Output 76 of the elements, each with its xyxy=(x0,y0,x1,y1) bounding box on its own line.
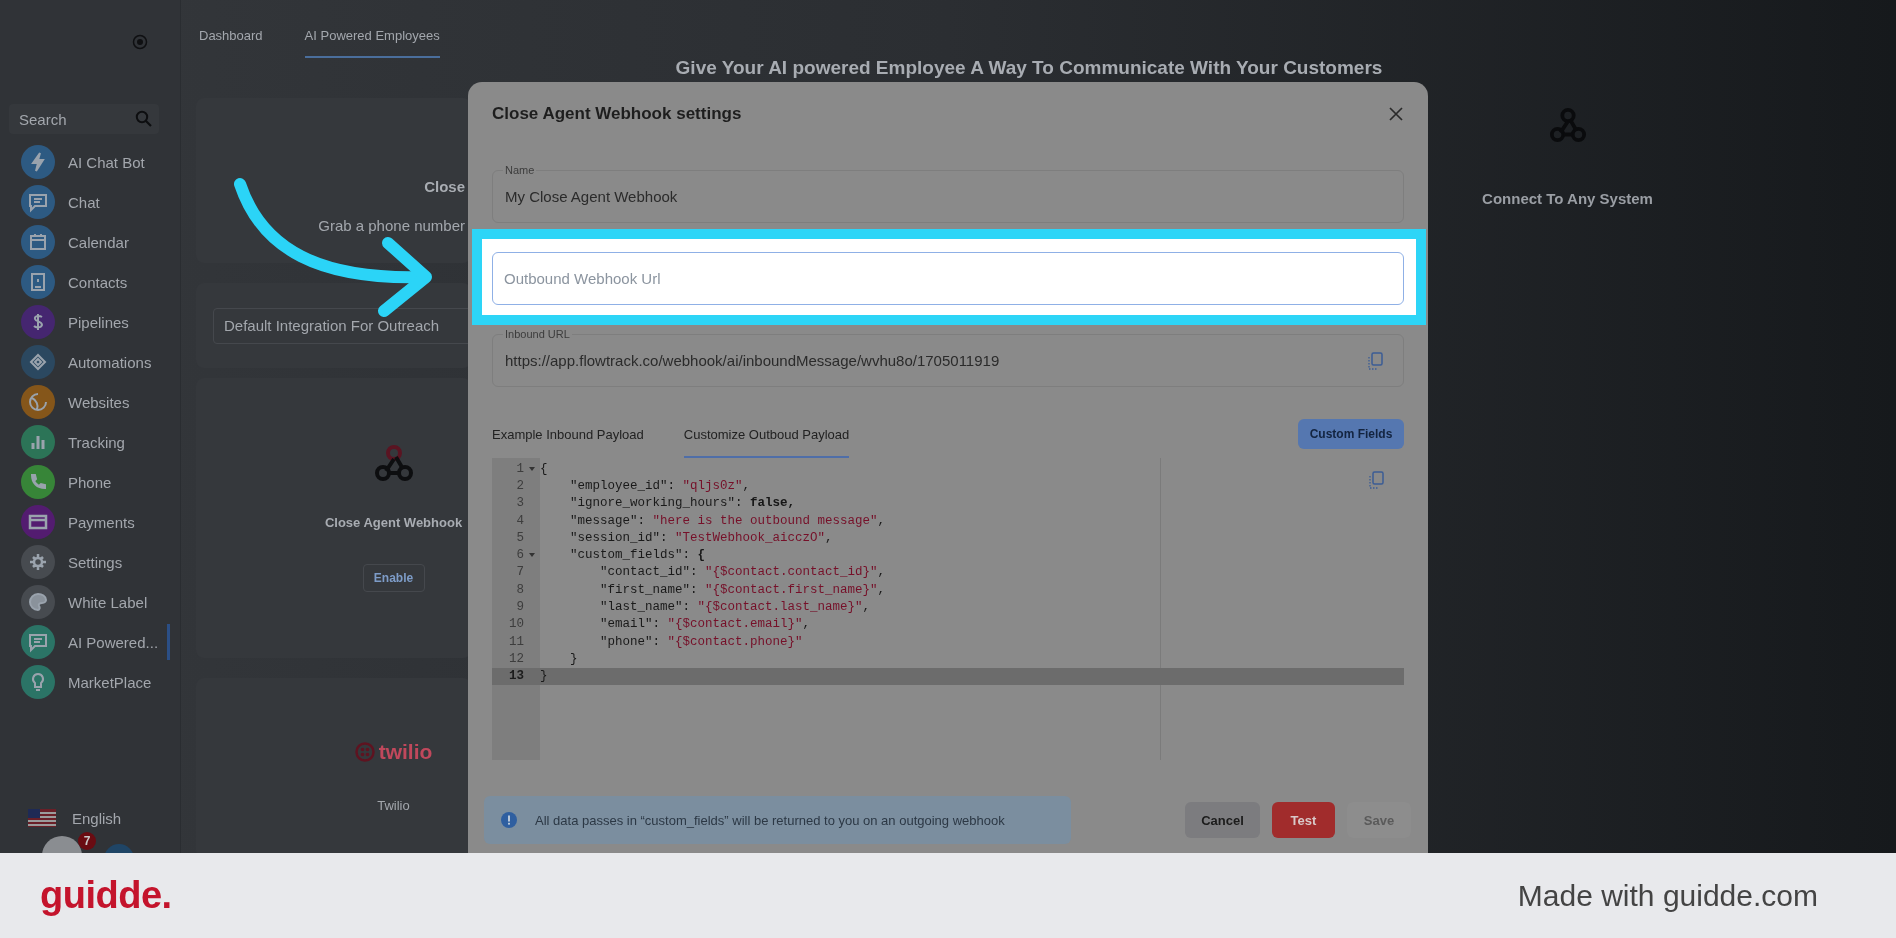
info-text: All data passes in “custom_fields” will be returned to you on an outgoing webhook xyxy=(535,812,1005,828)
line-number: 12 xyxy=(508,651,524,666)
code-line: "phone": "{$contact.phone}" xyxy=(599,634,803,649)
guidde-logo: guidde. xyxy=(40,874,172,917)
card-title: Close Agent Webhook xyxy=(324,515,463,530)
sidebar-item[interactable]: Websites xyxy=(0,382,170,422)
close-icon[interactable] xyxy=(1388,106,1404,122)
payload-tab[interactable]: Example Inbound Payload xyxy=(492,419,644,458)
card-title: Close xyxy=(424,178,465,195)
search-icon[interactable] xyxy=(135,110,153,128)
code-line: "employee_id": "qljs0z", xyxy=(569,478,751,493)
line-number: 11 xyxy=(508,634,524,649)
sidebar-item[interactable]: AI Powered... xyxy=(0,622,170,662)
sidebar-item[interactable]: Calendar xyxy=(0,222,170,262)
dialog-title: Close Agent Webhook settings xyxy=(492,104,742,124)
outbound-url-field[interactable]: Outbound Webhook Url xyxy=(492,252,1404,305)
line-number: 2 xyxy=(515,478,524,493)
code-line: "first_name": "{$contact.first_name}", xyxy=(599,582,886,597)
sidebar-item[interactable]: Settings xyxy=(0,542,170,582)
sidebar-item[interactable]: Contacts xyxy=(0,262,170,302)
info-icon xyxy=(501,812,517,828)
webhook-icon xyxy=(1548,106,1587,144)
fold-caret-icon[interactable] xyxy=(529,553,535,558)
fold-caret-icon[interactable] xyxy=(529,466,535,471)
twilio-logo-icon xyxy=(354,742,375,762)
card-description: Grab a phone number xyxy=(318,217,465,234)
custom-fields-button[interactable]: Custom Fields xyxy=(1298,419,1404,449)
line-number: 1 xyxy=(515,461,524,476)
line-number: 8 xyxy=(515,582,524,597)
code-line: } xyxy=(569,651,578,666)
search-field[interactable]: Search xyxy=(9,104,159,134)
sidebar-item[interactable]: White Label xyxy=(0,582,170,622)
sidebar-item[interactable]: Tracking xyxy=(0,422,170,462)
sidebar-item[interactable]: Automations xyxy=(0,342,170,382)
line-number: 7 xyxy=(515,565,524,580)
language-selector[interactable]: English xyxy=(28,809,148,827)
code-line: "custom_fields": { xyxy=(569,548,706,563)
copy-icon[interactable] xyxy=(1367,352,1383,370)
sidebar-item[interactable]: Chat xyxy=(0,182,170,222)
field-label: Name xyxy=(503,163,537,177)
notification-badge: 7 xyxy=(78,832,96,850)
webhook-icon xyxy=(373,443,414,483)
target-icon[interactable] xyxy=(132,34,148,50)
sidebar-item[interactable]: Pipelines xyxy=(0,302,170,342)
field-label: Inbound URL xyxy=(503,327,572,341)
line-number: 4 xyxy=(515,513,524,528)
card-title: Connect To Any System xyxy=(1482,190,1653,207)
nav-tab[interactable]: AI Powered Employees xyxy=(304,28,440,58)
nav-tab[interactable]: Dashboard xyxy=(199,28,263,58)
sidebar-item[interactable]: Payments xyxy=(0,502,170,542)
line-number: 13 xyxy=(508,669,524,684)
code-line: "ignore_working_hours": false, xyxy=(569,496,796,511)
sidebar-item[interactable]: AI Chat Bot xyxy=(0,142,170,182)
line-number: 5 xyxy=(515,530,524,545)
line-number: 3 xyxy=(515,496,524,511)
line-number: 10 xyxy=(508,617,524,632)
code-line: "session_id": "TestWebhook_aicczO", xyxy=(569,530,833,545)
code-line: "last_name": "{$contact.last_name}", xyxy=(599,600,871,614)
line-number: 6 xyxy=(515,548,524,563)
footer-text: Made with guidde.com xyxy=(1517,878,1818,913)
page-heading: Give Your AI powered Employee A Way To Communicate With Your Customers xyxy=(674,58,1384,78)
code-line: "contact_id": "{$contact.contact_id}", xyxy=(599,565,886,580)
cancel-button[interactable]: Cancel xyxy=(1185,802,1260,838)
code-line: } xyxy=(540,669,548,684)
sidebar-item[interactable]: Phone xyxy=(0,462,170,502)
sidebar-item[interactable]: MarketPlace xyxy=(0,662,170,702)
enable-button[interactable]: Enable xyxy=(362,564,425,592)
flag-icon xyxy=(28,809,56,827)
code-line: { xyxy=(540,461,548,476)
code-line: "email": "{$contact.email}", xyxy=(599,617,811,632)
copy-icon[interactable] xyxy=(1368,471,1384,489)
card-title: Twilio xyxy=(377,798,410,813)
test-button[interactable]: Test xyxy=(1272,802,1335,838)
twilio-logo: twilio xyxy=(378,740,433,764)
code-line: "message": "here is the outbound message", xyxy=(569,513,886,528)
line-number: 9 xyxy=(515,600,524,614)
